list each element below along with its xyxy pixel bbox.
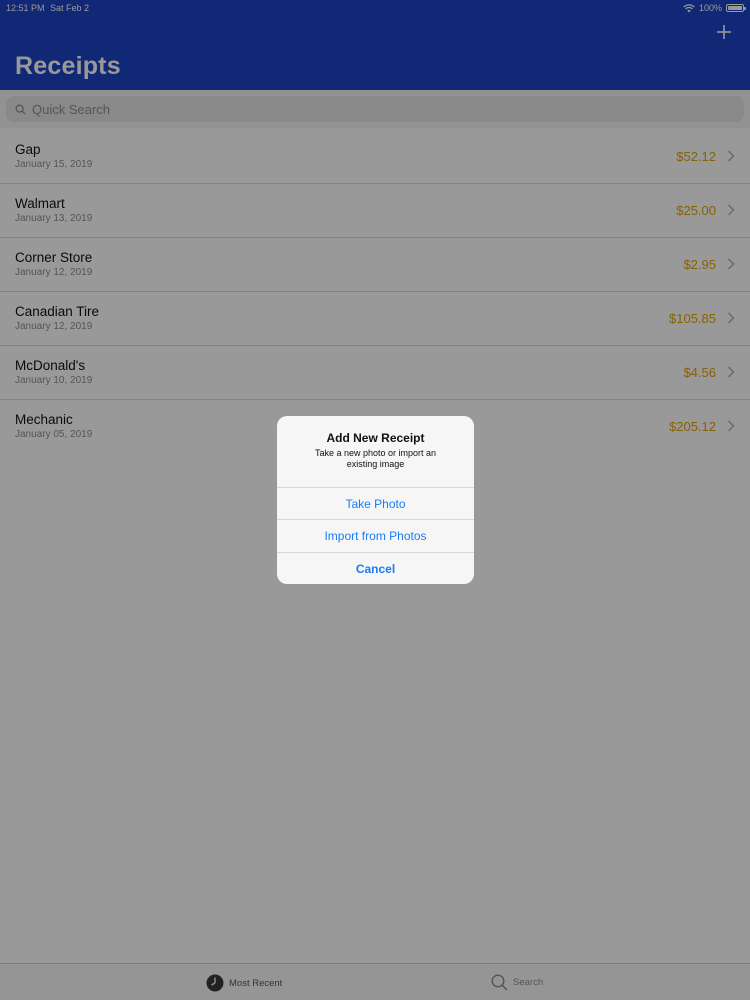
alert-title: Add New Receipt (326, 431, 425, 445)
cancel-button[interactable]: Cancel (277, 552, 474, 584)
take-photo-button[interactable]: Take Photo (277, 487, 474, 519)
alert-message: Take a new photo or import an existing i… (314, 448, 437, 469)
add-receipt-alert: Add New Receipt Take a new photo or impo… (277, 416, 474, 584)
import-photos-button[interactable]: Import from Photos (277, 519, 474, 551)
